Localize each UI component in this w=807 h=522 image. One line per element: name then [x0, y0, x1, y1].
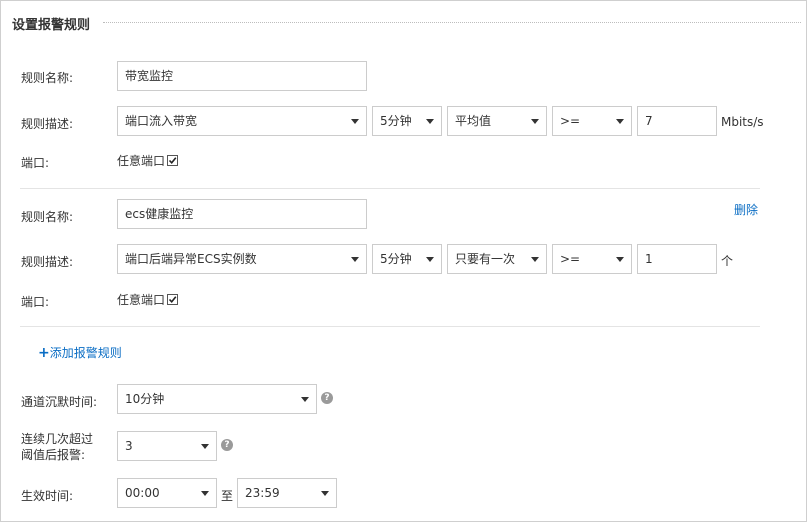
rule-2-statistic-value: 只要有一次 [455, 252, 516, 266]
rule-2-period-value: 5分钟 [380, 252, 412, 266]
chevron-down-icon [321, 491, 329, 496]
rule-1-statistic-value: 平均值 [455, 114, 492, 128]
rule-2-unit: 个 [721, 254, 734, 268]
chevron-down-icon [616, 257, 624, 262]
effective-end-select[interactable]: 23:59 [237, 478, 337, 508]
consecutive-label: 连续几次超过 阈值后报警: [21, 431, 93, 463]
rule-2-statistic-select[interactable]: 只要有一次 [447, 244, 547, 274]
add-rule-link[interactable]: +添加报警规则 [38, 344, 122, 361]
rule-2-name-label: 规则名称: [21, 210, 74, 224]
rule-divider [20, 188, 760, 189]
question-icon[interactable]: ? [321, 392, 333, 404]
checkmark-icon [168, 157, 177, 165]
alarm-rule-panel: 设置报警规则 规则名称: 带宽监控 规则描述: 端口流入带宽 5分钟 平均值 >… [0, 0, 807, 522]
rule-1-period-select[interactable]: 5分钟 [372, 106, 442, 136]
consecutive-value: 3 [125, 439, 133, 453]
effective-time-label: 生效时间: [21, 489, 74, 503]
chevron-down-icon [531, 119, 539, 124]
question-icon[interactable]: ? [221, 439, 233, 451]
effective-start-value: 00:00 [125, 486, 160, 500]
rule-2-port-checkbox[interactable] [167, 294, 179, 305]
rule-2-desc-label: 规则描述: [21, 255, 74, 269]
rule-1-operator-value: >= [560, 114, 581, 128]
chevron-down-icon [201, 491, 209, 496]
rule-1-threshold-input[interactable]: 7 [637, 106, 717, 136]
add-rule-label: 添加报警规则 [49, 346, 122, 360]
rule-1-name-label: 规则名称: [21, 71, 74, 85]
chevron-down-icon [531, 257, 539, 262]
chevron-down-icon [616, 119, 624, 124]
rule-1-unit: Mbits/s [721, 115, 764, 129]
checkmark-icon [168, 296, 177, 304]
rule-1-port-label: 端口: [21, 156, 50, 170]
chevron-down-icon [351, 257, 359, 262]
rule-1-operator-select[interactable]: >= [552, 106, 632, 136]
effective-start-select[interactable]: 00:00 [117, 478, 217, 508]
rule-2-threshold-input[interactable]: 1 [637, 244, 717, 274]
delete-rule-link[interactable]: 删除 [734, 201, 758, 218]
consecutive-label-line2: 阈值后报警: [21, 448, 86, 462]
effective-separator: 至 [221, 489, 234, 503]
silence-label: 通道沉默时间: [21, 395, 98, 409]
chevron-down-icon [426, 257, 434, 262]
rule-2-port-value: 任意端口 [117, 291, 179, 308]
rule-1-metric-select[interactable]: 端口流入带宽 [117, 106, 367, 136]
title-divider [103, 22, 801, 23]
rule-1-period-value: 5分钟 [380, 114, 412, 128]
plus-icon: + [38, 345, 50, 361]
rule-1-metric-value: 端口流入带宽 [125, 114, 198, 128]
rule-1-port-value: 任意端口 [117, 152, 179, 169]
rule-1-desc-label: 规则描述: [21, 117, 74, 131]
rule-2-period-select[interactable]: 5分钟 [372, 244, 442, 274]
silence-select[interactable]: 10分钟 [117, 384, 317, 414]
section-title: 设置报警规则 [12, 18, 91, 33]
chevron-down-icon [201, 444, 209, 449]
chevron-down-icon [301, 397, 309, 402]
silence-value: 10分钟 [125, 392, 165, 406]
rule-1-port-checkbox[interactable] [167, 155, 179, 166]
rule-2-operator-select[interactable]: >= [552, 244, 632, 274]
rule-2-name-input[interactable]: ecs健康监控 [117, 199, 367, 229]
rule-2-metric-select[interactable]: 端口后端异常ECS实例数 [117, 244, 367, 274]
consecutive-label-line1: 连续几次超过 [21, 432, 94, 446]
rule-2-port-text: 任意端口 [117, 293, 166, 307]
rule-1-statistic-select[interactable]: 平均值 [447, 106, 547, 136]
rule-2-port-label: 端口: [21, 295, 50, 309]
rule-2-operator-value: >= [560, 252, 581, 266]
consecutive-select[interactable]: 3 [117, 431, 217, 461]
rule-2-metric-value: 端口后端异常ECS实例数 [125, 252, 257, 266]
effective-end-value: 23:59 [245, 486, 280, 500]
rule-1-port-text: 任意端口 [117, 154, 166, 168]
chevron-down-icon [426, 119, 434, 124]
rule-divider [20, 326, 760, 327]
chevron-down-icon [351, 119, 359, 124]
rule-1-name-input[interactable]: 带宽监控 [117, 61, 367, 91]
